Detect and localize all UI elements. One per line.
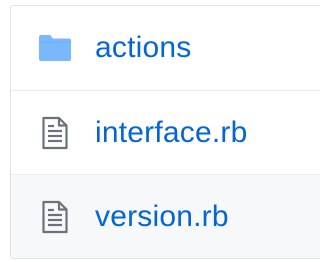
file-text-icon [37, 111, 73, 155]
file-row-interface-rb[interactable]: interface.rb [11, 90, 320, 174]
folder-icon [37, 26, 73, 70]
file-text-icon [37, 195, 73, 239]
file-link-interface-rb[interactable]: interface.rb [95, 116, 247, 150]
file-link-version-rb[interactable]: version.rb [95, 200, 229, 234]
file-row-version-rb[interactable]: version.rb [11, 174, 320, 258]
file-row-actions[interactable]: actions [11, 6, 320, 90]
file-list: actions interface.rb version.rb [10, 5, 320, 259]
file-link-actions[interactable]: actions [95, 31, 191, 65]
